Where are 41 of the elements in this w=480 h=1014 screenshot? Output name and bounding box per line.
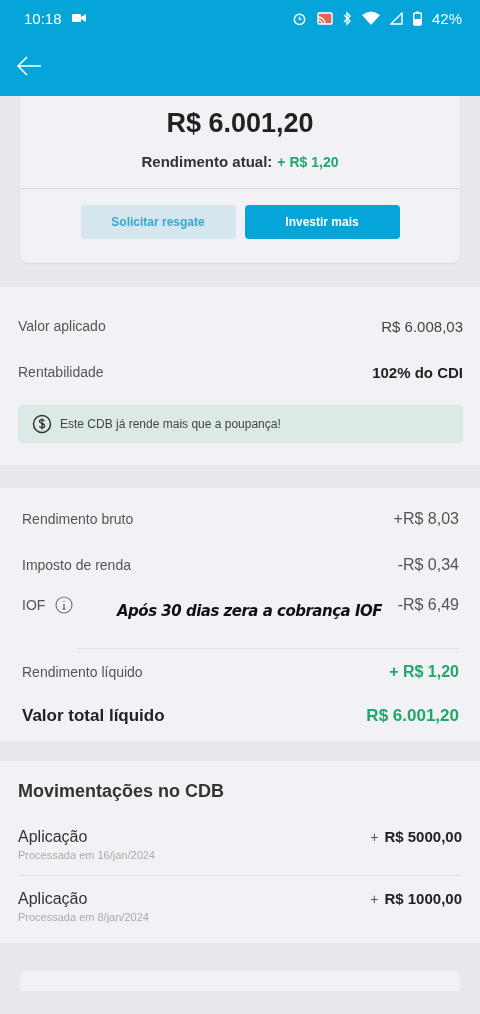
detail-value: R$ 6.008,03 <box>381 317 463 335</box>
breakdown-label: Rendimento bruto <box>22 511 134 527</box>
breakdown-value: + R$ 1,20 <box>389 663 459 681</box>
movement-amount: R$ 5000,00 <box>384 828 462 845</box>
amount-sign: + <box>370 891 379 907</box>
detail-label: Valor aplicado <box>18 318 106 334</box>
bluetooth-icon <box>342 10 352 26</box>
yield-value: + R$ 1,20 <box>277 154 339 170</box>
battery-icon <box>412 10 422 26</box>
detail-value: 102% do CDI <box>372 363 463 381</box>
breakdown-value: +R$ 8,03 <box>393 510 459 528</box>
breakdown-value: R$ 6.001,20 <box>366 706 459 726</box>
notice-text: Este CDB já rende mais que a poupança! <box>60 417 281 431</box>
amount-sign: + <box>370 829 379 845</box>
breakdown-label: Valor total líquido <box>22 706 165 726</box>
back-arrow-icon[interactable] <box>16 56 42 76</box>
clock: 10:18 <box>24 9 62 27</box>
movement-title: Aplicação <box>18 828 89 846</box>
detail-label: Rentabilidade <box>18 364 104 380</box>
breakdown-value: -R$ 0,34 <box>397 556 459 574</box>
wifi-icon <box>361 11 380 25</box>
breakdown-value: -R$ 6,49 <box>397 596 459 614</box>
breakdown-label: IOF <box>22 597 46 613</box>
battery-level: 42% <box>431 9 462 27</box>
movement-amount: R$ 1000,00 <box>384 890 462 907</box>
movement-item[interactable]: Aplicação Processada em 8/jan/2024 + R$ 1000,00 <box>18 876 462 937</box>
video-camera-icon <box>71 13 86 23</box>
section-title: Movimentações no CDB <box>18 780 226 803</box>
total-balance: R$ 6.001,20 <box>166 108 314 139</box>
info-icon[interactable] <box>55 596 74 614</box>
cast-icon <box>316 11 333 25</box>
movement-date: Processada em 16/jan/2024 <box>18 849 155 861</box>
dollar-coin-icon <box>32 414 52 434</box>
movement-date: Processada em 8/jan/2024 <box>18 911 149 923</box>
signal-icon <box>389 11 403 25</box>
breakdown-label: Rendimento líquido <box>22 664 143 680</box>
movement-item[interactable]: Aplicação Processada em 16/jan/2024 + R$ 5000,00 <box>18 828 462 875</box>
movement-title: Aplicação <box>18 890 89 908</box>
yield-label: Rendimento atual: <box>141 153 273 170</box>
breakdown-label: Imposto de renda <box>22 557 131 573</box>
annotation-text: Após 30 dias zera a cobrança IOF <box>117 602 382 620</box>
